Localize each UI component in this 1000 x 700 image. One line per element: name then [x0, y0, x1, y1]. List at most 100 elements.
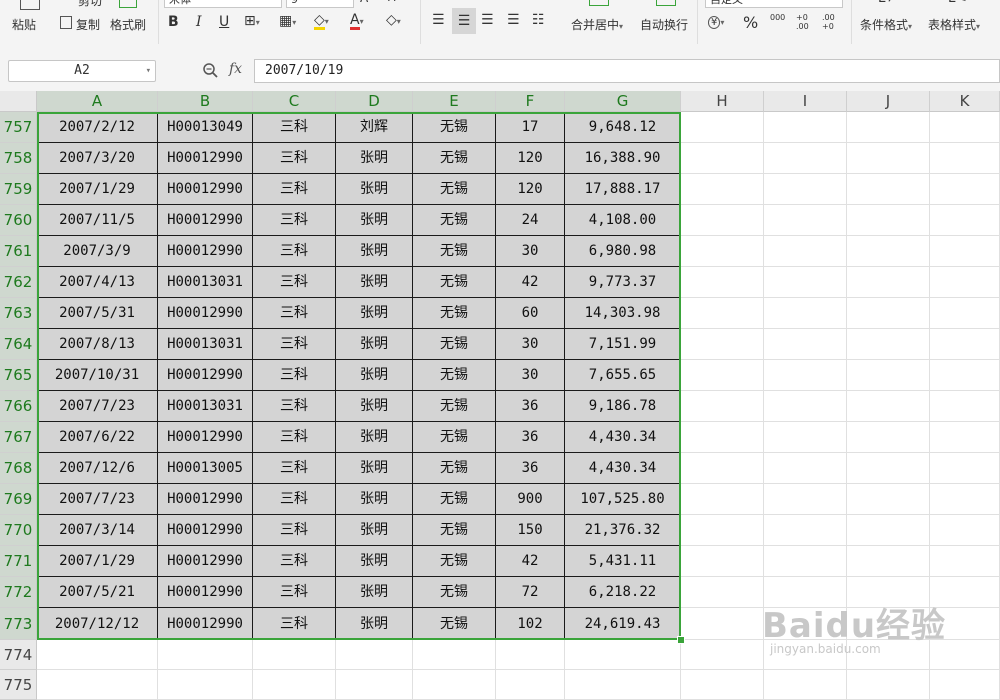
cell-h771[interactable]	[681, 546, 764, 577]
cell-c771[interactable]: 三科	[253, 546, 336, 577]
cell-f763[interactable]: 60	[496, 298, 565, 329]
cell-g764[interactable]: 7,151.99	[565, 329, 681, 360]
bold-button[interactable]: B	[168, 14, 179, 30]
cell-a757[interactable]: 2007/2/12	[37, 112, 158, 143]
column-header-i[interactable]: I	[764, 91, 847, 112]
cell-a764[interactable]: 2007/8/13	[37, 329, 158, 360]
cell-e770[interactable]: 无锡	[413, 515, 496, 546]
cell-g775[interactable]	[565, 670, 681, 700]
cell-k771[interactable]	[930, 546, 1000, 577]
cell-g772[interactable]: 6,218.22	[565, 577, 681, 608]
cell-b772[interactable]: H00012990	[158, 577, 253, 608]
column-header-g[interactable]: G	[565, 91, 681, 112]
cell-d757[interactable]: 刘辉	[336, 112, 413, 143]
cell-k762[interactable]	[930, 267, 1000, 298]
column-header-k[interactable]: K	[930, 91, 1000, 112]
cell-k761[interactable]	[930, 236, 1000, 267]
cell-d761[interactable]: 张明	[336, 236, 413, 267]
cell-d773[interactable]: 张明	[336, 608, 413, 640]
cell-e761[interactable]: 无锡	[413, 236, 496, 267]
cell-a771[interactable]: 2007/1/29	[37, 546, 158, 577]
cell-f775[interactable]	[496, 670, 565, 700]
wrap-text-icon[interactable]	[656, 0, 676, 6]
cell-j761[interactable]	[847, 236, 930, 267]
cell-j770[interactable]	[847, 515, 930, 546]
row-header-759[interactable]: 759	[0, 174, 37, 205]
cell-k768[interactable]	[930, 453, 1000, 484]
cell-c767[interactable]: 三科	[253, 422, 336, 453]
cell-h766[interactable]	[681, 391, 764, 422]
shrink-font-icon[interactable]: A	[388, 0, 396, 4]
cell-e767[interactable]: 无锡	[413, 422, 496, 453]
cell-b759[interactable]: H00012990	[158, 174, 253, 205]
cell-f764[interactable]: 30	[496, 329, 565, 360]
conditional-format-button[interactable]: 条件格式▾	[860, 16, 912, 33]
cell-e760[interactable]: 无锡	[413, 205, 496, 236]
cell-f774[interactable]	[496, 640, 565, 670]
cell-h762[interactable]	[681, 267, 764, 298]
paste-button[interactable]: 粘贴	[12, 16, 36, 33]
cell-c766[interactable]: 三科	[253, 391, 336, 422]
copy-icon[interactable]	[60, 16, 72, 29]
wrap-text-button[interactable]: 自动换行	[640, 16, 688, 33]
cell-c759[interactable]: 三科	[253, 174, 336, 205]
cell-i767[interactable]	[764, 422, 847, 453]
cell-g758[interactable]: 16,388.90	[565, 143, 681, 174]
column-header-b[interactable]: B	[158, 91, 253, 112]
cell-a768[interactable]: 2007/12/6	[37, 453, 158, 484]
cell-d770[interactable]: 张明	[336, 515, 413, 546]
cell-j771[interactable]	[847, 546, 930, 577]
cell-g763[interactable]: 14,303.98	[565, 298, 681, 329]
formula-input[interactable]: 2007/10/19	[254, 59, 1000, 83]
table-style-icon[interactable]: E✎	[948, 0, 967, 6]
cell-c772[interactable]: 三科	[253, 577, 336, 608]
cell-d758[interactable]: 张明	[336, 143, 413, 174]
align-right-icon[interactable]: ☰	[481, 12, 494, 28]
cell-b770[interactable]: H00012990	[158, 515, 253, 546]
cell-j760[interactable]	[847, 205, 930, 236]
font-color-icon[interactable]: A▾	[350, 12, 364, 30]
cell-h770[interactable]	[681, 515, 764, 546]
cell-c763[interactable]: 三科	[253, 298, 336, 329]
cell-a767[interactable]: 2007/6/22	[37, 422, 158, 453]
decrease-decimal-button[interactable]: .00 +0	[822, 13, 836, 31]
cell-b763[interactable]: H00012990	[158, 298, 253, 329]
underline-button[interactable]: U	[219, 14, 229, 30]
column-header-j[interactable]: J	[847, 91, 930, 112]
cell-k763[interactable]	[930, 298, 1000, 329]
cell-e758[interactable]: 无锡	[413, 143, 496, 174]
thousands-separator-button[interactable]: 000	[770, 13, 785, 22]
cell-g767[interactable]: 4,430.34	[565, 422, 681, 453]
cell-c768[interactable]: 三科	[253, 453, 336, 484]
cell-i769[interactable]	[764, 484, 847, 515]
cell-k757[interactable]	[930, 112, 1000, 143]
cell-c764[interactable]: 三科	[253, 329, 336, 360]
font-size-select[interactable]: 9	[286, 0, 354, 8]
cell-h768[interactable]	[681, 453, 764, 484]
clear-format-icon[interactable]: ◇▾	[386, 12, 401, 28]
cell-g762[interactable]: 9,773.37	[565, 267, 681, 298]
italic-button[interactable]: I	[196, 14, 202, 30]
cell-i759[interactable]	[764, 174, 847, 205]
cell-e771[interactable]: 无锡	[413, 546, 496, 577]
cell-h765[interactable]	[681, 360, 764, 391]
cell-k758[interactable]	[930, 143, 1000, 174]
column-header-e[interactable]: E	[413, 91, 496, 112]
cell-c774[interactable]	[253, 640, 336, 670]
select-all-corner[interactable]	[0, 91, 37, 112]
cell-j759[interactable]	[847, 174, 930, 205]
cell-e762[interactable]: 无锡	[413, 267, 496, 298]
cell-i757[interactable]	[764, 112, 847, 143]
paste-icon[interactable]	[20, 0, 40, 10]
format-painter-icon[interactable]	[119, 0, 137, 8]
cell-a772[interactable]: 2007/5/21	[37, 577, 158, 608]
cell-h763[interactable]	[681, 298, 764, 329]
cell-b758[interactable]: H00012990	[158, 143, 253, 174]
cell-k760[interactable]	[930, 205, 1000, 236]
cell-d767[interactable]: 张明	[336, 422, 413, 453]
cell-k765[interactable]	[930, 360, 1000, 391]
cell-f772[interactable]: 72	[496, 577, 565, 608]
cell-e772[interactable]: 无锡	[413, 577, 496, 608]
cell-e775[interactable]	[413, 670, 496, 700]
cell-h774[interactable]	[681, 640, 764, 670]
